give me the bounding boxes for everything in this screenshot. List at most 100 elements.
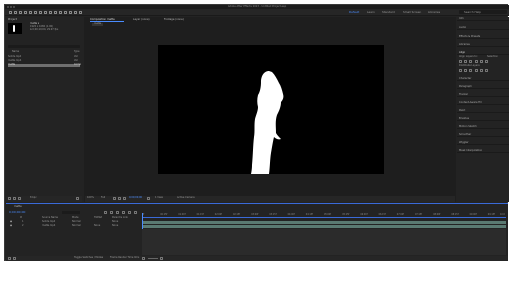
puppet-tool-icon[interactable] bbox=[79, 11, 82, 14]
workspace-libraries[interactable]: Libraries bbox=[428, 10, 440, 14]
align-right-icon[interactable] bbox=[469, 60, 472, 63]
layer-name[interactable]: matte.mp4 bbox=[42, 224, 55, 228]
region-of-interest-icon[interactable] bbox=[113, 197, 116, 200]
col-name-header[interactable]: Name bbox=[12, 50, 19, 54]
panel-paint[interactable]: Paint bbox=[457, 109, 509, 113]
panel-paragraph[interactable]: Paragraph bbox=[457, 85, 509, 89]
toggle-switches-modes[interactable]: Toggle Switches / Modes bbox=[74, 256, 103, 260]
project-tab[interactable]: Project bbox=[8, 18, 17, 21]
panel-audio[interactable]: Audio bbox=[457, 26, 509, 30]
panel-mask-interpolation[interactable]: Mask Interpolation bbox=[457, 149, 509, 153]
align-to-select[interactable]: Selection bbox=[487, 55, 498, 59]
camera-tool-icon[interactable] bbox=[34, 11, 37, 14]
shy-layers-icon[interactable] bbox=[116, 211, 119, 214]
resolution-select[interactable]: Full bbox=[101, 196, 105, 200]
layer-trkmat-select[interactable]: None bbox=[94, 224, 100, 228]
zoom-slider[interactable] bbox=[148, 258, 158, 259]
mask-visibility-icon[interactable] bbox=[123, 197, 126, 200]
eraser-tool-icon[interactable] bbox=[69, 11, 72, 14]
motion-blur-icon[interactable] bbox=[128, 211, 131, 214]
frame-blending-icon[interactable] bbox=[122, 211, 125, 214]
pan-behind-tool-icon[interactable] bbox=[39, 11, 42, 14]
zoom-window-icon[interactable] bbox=[13, 6, 15, 8]
align-center-icon[interactable] bbox=[464, 60, 467, 63]
draft-3d-icon[interactable] bbox=[110, 211, 113, 214]
align-middle-icon[interactable] bbox=[480, 60, 483, 63]
new-composition-icon[interactable] bbox=[18, 197, 21, 200]
zoom-tool-icon[interactable] bbox=[24, 11, 27, 14]
tab-layer[interactable]: Layer (none) bbox=[133, 18, 150, 21]
distribute-vcenter-icon[interactable] bbox=[464, 69, 467, 72]
layer-bar-1[interactable] bbox=[143, 221, 506, 224]
workspace-small-screen[interactable]: Small Screen bbox=[403, 10, 421, 14]
zoom-in-icon[interactable] bbox=[160, 257, 163, 260]
layer-parent-select[interactable]: None bbox=[112, 224, 118, 228]
magnification-select[interactable]: 100% bbox=[87, 196, 94, 200]
panel-libraries[interactable]: Libraries bbox=[457, 43, 509, 47]
brush-tool-icon[interactable] bbox=[59, 11, 62, 14]
distribute-right-icon[interactable] bbox=[485, 69, 488, 72]
align-bottom-icon[interactable] bbox=[485, 60, 488, 63]
view-layout-select[interactable]: 1 View bbox=[155, 196, 163, 200]
panel-effects-presets[interactable]: Effects & Presets bbox=[457, 35, 509, 39]
search-help-field[interactable]: Search Help bbox=[459, 10, 507, 14]
home-icon[interactable] bbox=[9, 11, 12, 14]
comp-flowchart-icon[interactable] bbox=[104, 211, 107, 214]
workspace-default[interactable]: Default bbox=[349, 10, 359, 14]
breadcrumb[interactable]: matte bbox=[92, 22, 104, 26]
tab-footage[interactable]: Footage (none) bbox=[164, 18, 184, 21]
new-folder-icon[interactable] bbox=[13, 197, 16, 200]
zoom-out-icon[interactable] bbox=[142, 257, 145, 260]
align-left-icon[interactable] bbox=[459, 60, 462, 63]
hand-tool-icon[interactable] bbox=[19, 11, 22, 14]
layer-mode-select[interactable]: Normal bbox=[72, 224, 81, 228]
timeline-search-input[interactable] bbox=[62, 211, 80, 214]
clone-stamp-tool-icon[interactable] bbox=[64, 11, 67, 14]
transparency-grid-icon[interactable] bbox=[118, 197, 121, 200]
col-type-header[interactable]: Type bbox=[74, 50, 80, 54]
distribute-left-icon[interactable] bbox=[475, 69, 478, 72]
workspace-standard[interactable]: Standard bbox=[382, 10, 395, 14]
distribute-top-icon[interactable] bbox=[459, 69, 462, 72]
panel-tracker[interactable]: Tracker bbox=[457, 93, 509, 97]
bpc-label[interactable]: 8 bpc bbox=[30, 196, 37, 200]
project-row-selected[interactable]: matte Comp bbox=[8, 63, 81, 67]
panel-motion-sketch[interactable]: Motion Sketch bbox=[457, 125, 509, 129]
col-trkmat-header[interactable]: TrkMat bbox=[94, 216, 102, 220]
project-search-input[interactable] bbox=[8, 45, 80, 48]
camera-select[interactable]: Active Camera bbox=[177, 196, 195, 200]
panel-info[interactable]: Info bbox=[457, 17, 509, 21]
composition-viewer[interactable] bbox=[158, 45, 384, 174]
project-row[interactable]: matte.mp4 AVI bbox=[8, 59, 80, 63]
timeline-tab[interactable]: matte bbox=[14, 205, 22, 208]
panel-character[interactable]: Character bbox=[457, 77, 509, 81]
work-area-bar[interactable] bbox=[142, 217, 506, 218]
rotate-tool-icon[interactable] bbox=[29, 11, 32, 14]
panel-brushes[interactable]: Brushes bbox=[457, 117, 509, 121]
rectangle-tool-icon[interactable] bbox=[44, 11, 47, 14]
panel-smoother[interactable]: Smoother bbox=[457, 133, 509, 137]
transfer-controls-icon[interactable] bbox=[13, 257, 16, 260]
workspace-learn[interactable]: Learn bbox=[367, 10, 375, 14]
type-tool-icon[interactable] bbox=[54, 11, 57, 14]
minimize-window-icon[interactable] bbox=[10, 6, 12, 8]
layer-switches-icon[interactable] bbox=[8, 257, 11, 260]
roto-brush-tool-icon[interactable] bbox=[74, 11, 77, 14]
ruler-tick-label: 08:15f bbox=[451, 213, 459, 216]
viewer-timecode[interactable]: 0;00;00;00 bbox=[129, 196, 142, 200]
layer-bar-2[interactable] bbox=[143, 225, 506, 228]
panel-wiggler[interactable]: Wiggler bbox=[457, 141, 509, 145]
selection-tool-icon[interactable] bbox=[14, 11, 17, 14]
visibility-eye-icon[interactable]: ● bbox=[10, 224, 12, 228]
graph-editor-icon[interactable] bbox=[134, 211, 137, 214]
timeline-timecode[interactable]: 0;00;00;00 bbox=[9, 211, 25, 214]
trash-icon[interactable] bbox=[76, 197, 79, 200]
snapshot-icon[interactable] bbox=[147, 197, 150, 200]
distribute-bottom-icon[interactable] bbox=[469, 69, 472, 72]
pen-tool-icon[interactable] bbox=[49, 11, 52, 14]
align-top-icon[interactable] bbox=[475, 60, 478, 63]
close-window-icon[interactable] bbox=[7, 6, 9, 8]
panel-content-aware-fill[interactable]: Content-Aware Fill bbox=[457, 101, 509, 105]
distribute-hcenter-icon[interactable] bbox=[480, 69, 483, 72]
interpret-footage-icon[interactable] bbox=[8, 197, 11, 200]
